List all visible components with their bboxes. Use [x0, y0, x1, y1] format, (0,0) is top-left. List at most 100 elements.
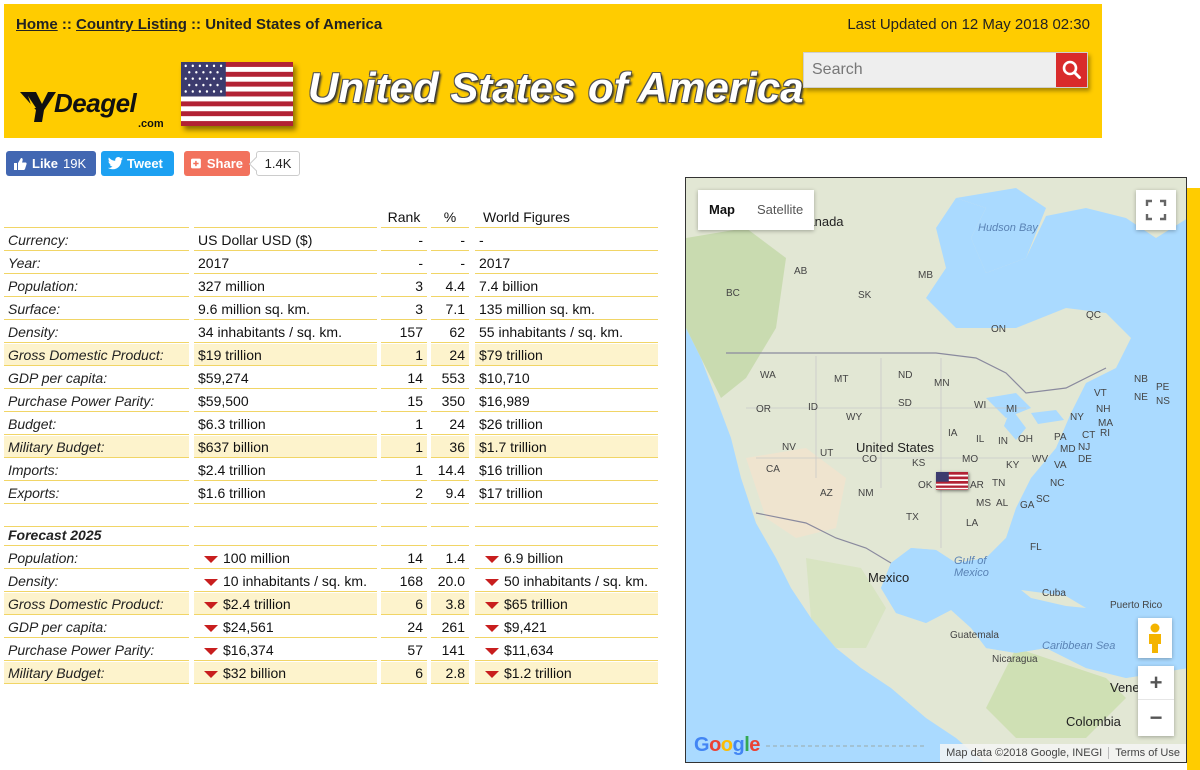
row-value: 100 million [223, 550, 290, 566]
search-input[interactable] [804, 53, 1056, 87]
row-value: $32 billion [223, 665, 287, 681]
zoom-in-button[interactable]: + [1138, 666, 1174, 700]
row-world: - [475, 229, 658, 251]
down-arrow-icon [485, 624, 499, 632]
map-type-map-button[interactable]: Map [698, 190, 746, 230]
us-flag-marker-icon[interactable] [936, 472, 968, 490]
down-arrow-icon [485, 670, 499, 678]
row-value: $16,374 [223, 642, 274, 658]
map-label-hudson-bay: Hudson Bay [978, 222, 1038, 234]
logo-mark-icon [20, 92, 56, 122]
row-percent: 62 [431, 321, 469, 343]
table-row-ppp: Purchase Power Parity: $59,500 15 350 $1… [4, 390, 658, 412]
row-percent: 9.4 [431, 482, 469, 504]
table-row-surface: Surface: 9.6 million sq. km. 3 7.1 135 m… [4, 298, 658, 320]
last-updated-text: Last Updated on 12 May 2018 02:30 [847, 16, 1090, 33]
row-value: $1.6 trillion [194, 482, 377, 504]
row-percent: 24 [431, 413, 469, 435]
facebook-like-button[interactable]: Like 19K [6, 151, 96, 176]
forecast-title: Forecast 2025 [4, 524, 189, 546]
map-label-il: IL [976, 434, 985, 445]
map-label-sk: SK [858, 290, 872, 301]
map-label-nd: ND [898, 370, 913, 381]
search-box [803, 52, 1088, 88]
google-map[interactable]: Canada Hudson Bay AB MB BC SK ON QC NB P… [685, 177, 1187, 763]
tweet-label: Tweet [127, 156, 163, 171]
row-rank: 2 [381, 482, 427, 504]
table-row-exports: Exports: $1.6 trillion 2 9.4 $17 trillio… [4, 482, 658, 504]
zoom-out-button[interactable]: − [1138, 701, 1174, 735]
forecast-section-header: Forecast 2025 [4, 524, 658, 546]
map-label-mn: MN [934, 378, 950, 389]
down-arrow-icon [204, 555, 218, 563]
table-row-gdp: Gross Domestic Product: $19 trillion 1 2… [4, 344, 658, 366]
deagel-logo[interactable]: Deagel .com [18, 82, 174, 132]
row-world: $1.7 trillion [475, 436, 658, 458]
row-label: Imports: [4, 459, 189, 481]
map-label-nm: NM [858, 488, 874, 499]
row-rank: 15 [381, 390, 427, 412]
row-percent: 261 [431, 616, 469, 638]
map-label-ri: RI [1100, 428, 1110, 439]
map-label-venezuela: Vene [1110, 680, 1140, 695]
row-value: $24,561 [223, 619, 274, 635]
map-label-mi: MI [1006, 404, 1018, 415]
row-value: $6.3 trillion [194, 413, 377, 435]
map-label-ia: IA [948, 428, 958, 439]
street-view-pegman-button[interactable] [1138, 618, 1172, 658]
row-world: $11,634 [504, 642, 554, 658]
map-label-ok: OK [918, 480, 933, 491]
row-label: Budget: [4, 413, 189, 435]
forecast-row-gdp: Gross Domestic Product: $2.4 trillion 6 … [4, 593, 658, 615]
row-value: 10 inhabitants / sq. km. [223, 573, 367, 589]
map-label-qc: QC [1086, 310, 1101, 321]
map-label-mexico: Mexico [868, 570, 910, 585]
map-label-bc: BC [726, 288, 740, 299]
pegman-icon [1149, 623, 1161, 653]
google-logo[interactable]: Google [694, 734, 760, 757]
row-world: 2017 [475, 252, 658, 274]
row-value: $19 trillion [194, 344, 377, 366]
breadcrumb: Home :: Country Listing :: United States… [16, 16, 382, 33]
map-type-satellite-button[interactable]: Satellite [746, 190, 814, 230]
down-arrow-icon [485, 578, 499, 586]
row-value: 327 million [194, 275, 377, 297]
down-arrow-icon [204, 578, 218, 586]
map-label-ca: CA [766, 464, 780, 475]
row-rank: 168 [381, 570, 427, 592]
row-label: Military Budget: [4, 662, 189, 684]
row-percent: 7.1 [431, 298, 469, 320]
breadcrumb-country-listing-link[interactable]: Country Listing [76, 16, 187, 33]
row-rank: 3 [381, 275, 427, 297]
map-label-wi: WI [974, 400, 987, 411]
row-rank: 57 [381, 639, 427, 661]
share-count: 1.4K [256, 151, 300, 176]
share-button[interactable]: Share [184, 151, 250, 176]
down-arrow-icon [485, 555, 499, 563]
row-percent: 553 [431, 367, 469, 389]
tweet-button[interactable]: Tweet [101, 151, 174, 176]
row-rank: 1 [381, 413, 427, 435]
row-world: $9,421 [504, 619, 547, 635]
map-label-puerto-rico: Puerto Rico [1110, 600, 1163, 611]
row-percent: 14.4 [431, 459, 469, 481]
row-percent: 2.8 [431, 662, 469, 684]
search-button[interactable] [1056, 53, 1087, 87]
fullscreen-button[interactable] [1136, 190, 1176, 230]
row-rank: 14 [381, 547, 427, 569]
map-label-wy: WY [846, 412, 863, 423]
row-percent: 350 [431, 390, 469, 412]
down-arrow-icon [485, 601, 499, 609]
header-world-figures: World Figures [475, 206, 658, 228]
map-label-ms: MS [976, 498, 991, 509]
map-label-sd: SD [898, 398, 912, 409]
breadcrumb-home-link[interactable]: Home [16, 16, 58, 33]
map-label-gulf-of-mexico: Gulf of Mexico [954, 555, 989, 579]
row-label: Density: [4, 321, 189, 343]
row-world: $10,710 [475, 367, 658, 389]
row-label: Military Budget: [4, 436, 189, 458]
like-count: 19K [63, 156, 87, 171]
page-title: United States of America [308, 64, 804, 111]
row-rank: 1 [381, 436, 427, 458]
map-terms-link[interactable]: Terms of Use [1108, 747, 1186, 759]
